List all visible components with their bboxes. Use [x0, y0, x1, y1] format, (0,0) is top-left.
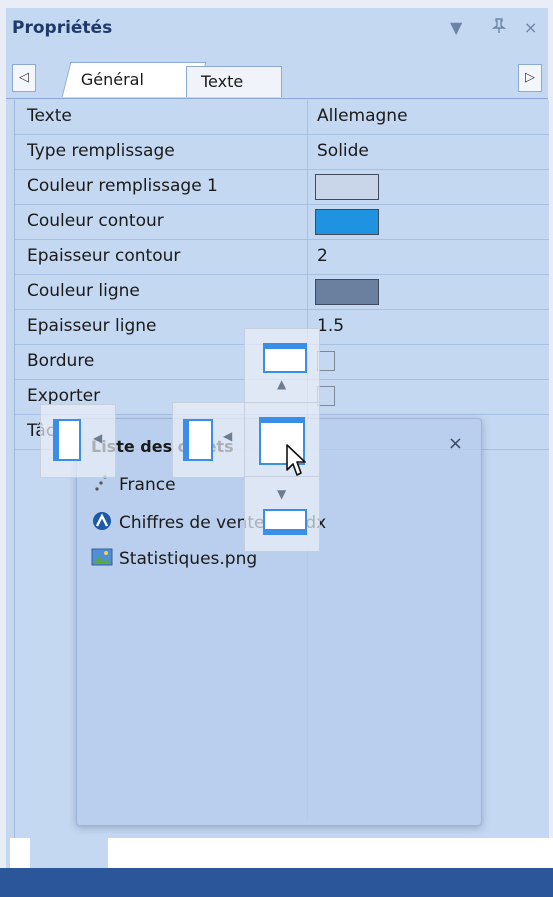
property-value[interactable]: 1.5	[317, 316, 344, 336]
chart-file-icon	[91, 511, 113, 531]
arrow-left-icon: ◀	[93, 431, 103, 445]
color-swatch[interactable]	[315, 174, 379, 200]
property-name: Exporter	[27, 386, 101, 406]
panel-titlebar: Propriétés ▼ ×	[6, 8, 548, 50]
tab-texte[interactable]: Texte	[186, 66, 282, 97]
list-item[interactable]: Statistiques.png	[91, 547, 257, 569]
property-name: Epaisseur contour	[27, 246, 181, 266]
property-name: Epaisseur ligne	[27, 316, 157, 336]
property-value[interactable]: Allemagne	[317, 106, 408, 126]
dock-guide-top[interactable]: ▲	[244, 328, 320, 404]
tab-texte-label: Texte	[201, 72, 244, 91]
property-value[interactable]: 2	[317, 246, 328, 266]
property-name: Couleur contour	[27, 211, 164, 231]
dock-guide-panel-left[interactable]: ◀	[40, 404, 116, 478]
arrow-down-icon: ▼	[277, 487, 287, 501]
dropdown-icon[interactable]: ▼	[450, 18, 462, 37]
arrow-up-icon: ▲	[277, 377, 287, 391]
property-row-couleur-contour[interactable]: Couleur contour	[15, 205, 549, 240]
tab-general-label: Général	[80, 70, 144, 89]
pin-icon[interactable]	[491, 18, 507, 38]
dock-panel-left-icon	[53, 419, 81, 461]
tab-strip: ◁ Général Texte ▷	[6, 62, 548, 99]
tab-general[interactable]: Général	[61, 62, 207, 97]
property-row-texte[interactable]: Texte Allemagne	[15, 100, 549, 135]
dock-left-icon	[183, 419, 213, 461]
property-row-type-remplissage[interactable]: Type remplissage Solide	[15, 135, 549, 170]
color-swatch[interactable]	[315, 209, 379, 235]
property-name: Type remplissage	[27, 141, 175, 161]
arrow-left-icon: ◀	[223, 429, 233, 443]
list-item-label: France	[119, 475, 176, 495]
image-file-icon	[91, 547, 113, 567]
status-bar	[0, 868, 553, 897]
property-name: Texte	[27, 106, 72, 126]
scroll-right-button[interactable]: ▷	[518, 64, 542, 92]
dock-top-icon	[263, 343, 307, 373]
dock-guide-left[interactable]: ◀	[172, 402, 246, 478]
property-value[interactable]: Solide	[317, 141, 369, 161]
dock-guide-center[interactable]	[244, 402, 320, 478]
close-icon[interactable]: ×	[524, 18, 537, 37]
property-row-couleur-ligne[interactable]: Couleur ligne	[15, 275, 549, 310]
scroll-left-button[interactable]: ◁	[12, 64, 36, 92]
dock-guide-bottom[interactable]: ▼	[244, 476, 320, 552]
mouse-cursor-icon	[286, 444, 308, 483]
property-name: Couleur remplissage 1	[27, 176, 218, 196]
dock-bottom-icon	[263, 509, 307, 535]
property-row-couleur-remplissage[interactable]: Couleur remplissage 1	[15, 170, 549, 205]
bottom-empty-cell	[10, 838, 30, 868]
close-icon[interactable]: ×	[448, 433, 463, 454]
property-row-epaisseur-contour[interactable]: Epaisseur contour 2	[15, 240, 549, 275]
property-name: Bordure	[27, 351, 95, 371]
list-item-label: Statistiques.png	[119, 549, 258, 569]
color-swatch[interactable]	[315, 279, 379, 305]
property-name: Couleur ligne	[27, 281, 140, 301]
panel-title: Propriétés	[12, 18, 113, 38]
bottom-empty-cell	[108, 838, 553, 868]
